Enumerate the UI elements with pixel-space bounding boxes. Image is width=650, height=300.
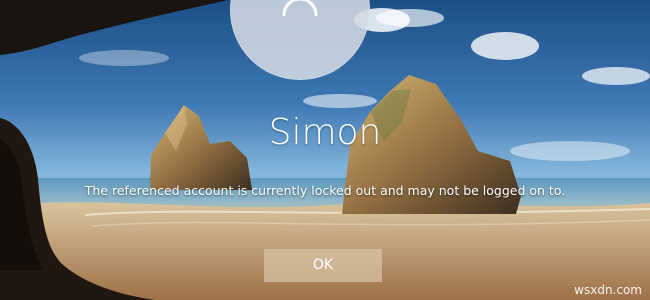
site-watermark: wsxdn.com [574, 283, 642, 297]
busy-spinner-icon [282, 0, 318, 16]
cave-top [0, 0, 228, 55]
user-name: Simon [268, 112, 382, 153]
ok-button[interactable]: OK [264, 249, 382, 282]
error-message: The referenced account is currently lock… [84, 183, 566, 198]
lock-screen: Simon The referenced account is currentl… [0, 0, 650, 300]
